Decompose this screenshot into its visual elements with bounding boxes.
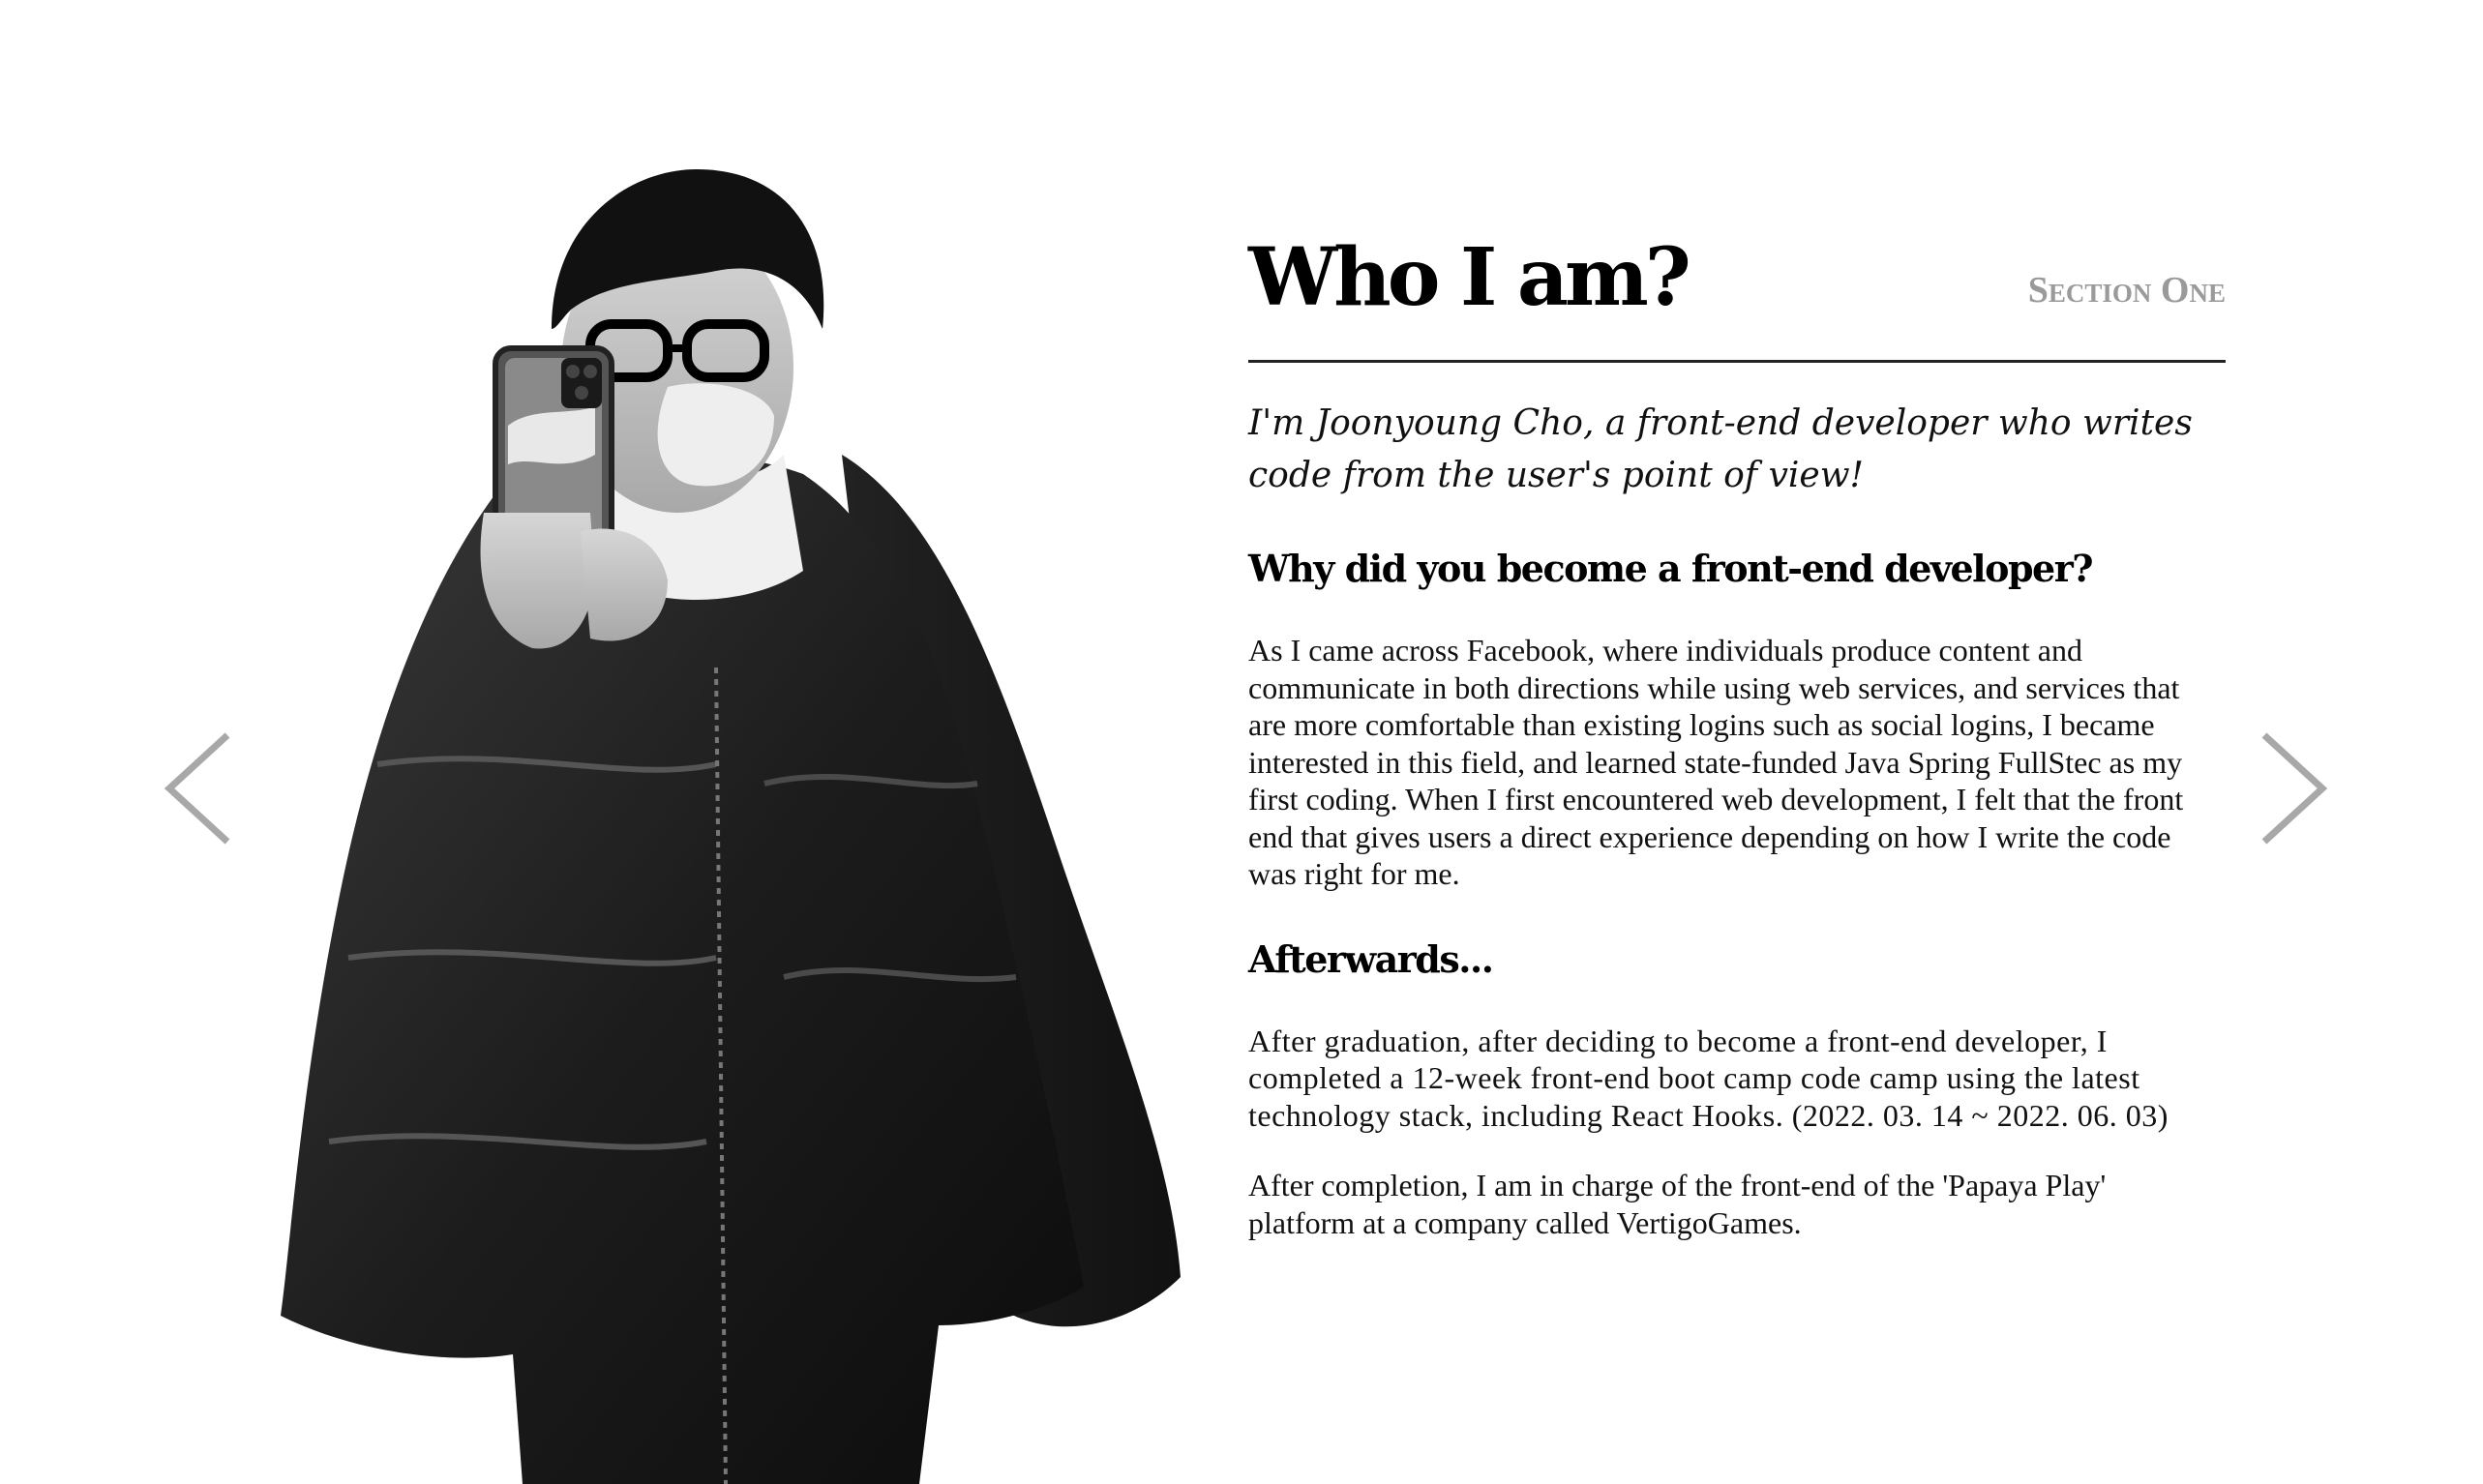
about-content: Who I am? Section One I'm Joonyoung Cho,… xyxy=(1248,224,2226,1241)
intro-tagline: I'm Joonyoung Cho, a front-end developer… xyxy=(1248,403,2193,495)
page-title: Who I am? xyxy=(1248,231,1691,324)
chevron-right-icon xyxy=(2261,732,2328,845)
section-heading-why: Why did you become a front-end developer… xyxy=(1248,547,2094,590)
profile-photo xyxy=(261,164,1190,1484)
paragraph-why: As I came across Facebook, where individ… xyxy=(1248,633,2184,891)
chevron-left-icon xyxy=(164,732,230,845)
about-page: Who I am? Section One I'm Joonyoung Cho,… xyxy=(0,0,2483,1484)
next-slide-button[interactable] xyxy=(2255,730,2332,846)
section-header: Who I am? Section One xyxy=(1248,224,2226,363)
prev-slide-button[interactable] xyxy=(160,730,237,846)
section-heading-afterwards: Afterwards... xyxy=(1248,936,1494,981)
paragraph-bootcamp: After graduation, after deciding to beco… xyxy=(1248,1023,2169,1133)
paragraph-current-role: After completion, I am in charge of the … xyxy=(1248,1168,2107,1240)
section-label: Section One xyxy=(2027,270,2226,311)
